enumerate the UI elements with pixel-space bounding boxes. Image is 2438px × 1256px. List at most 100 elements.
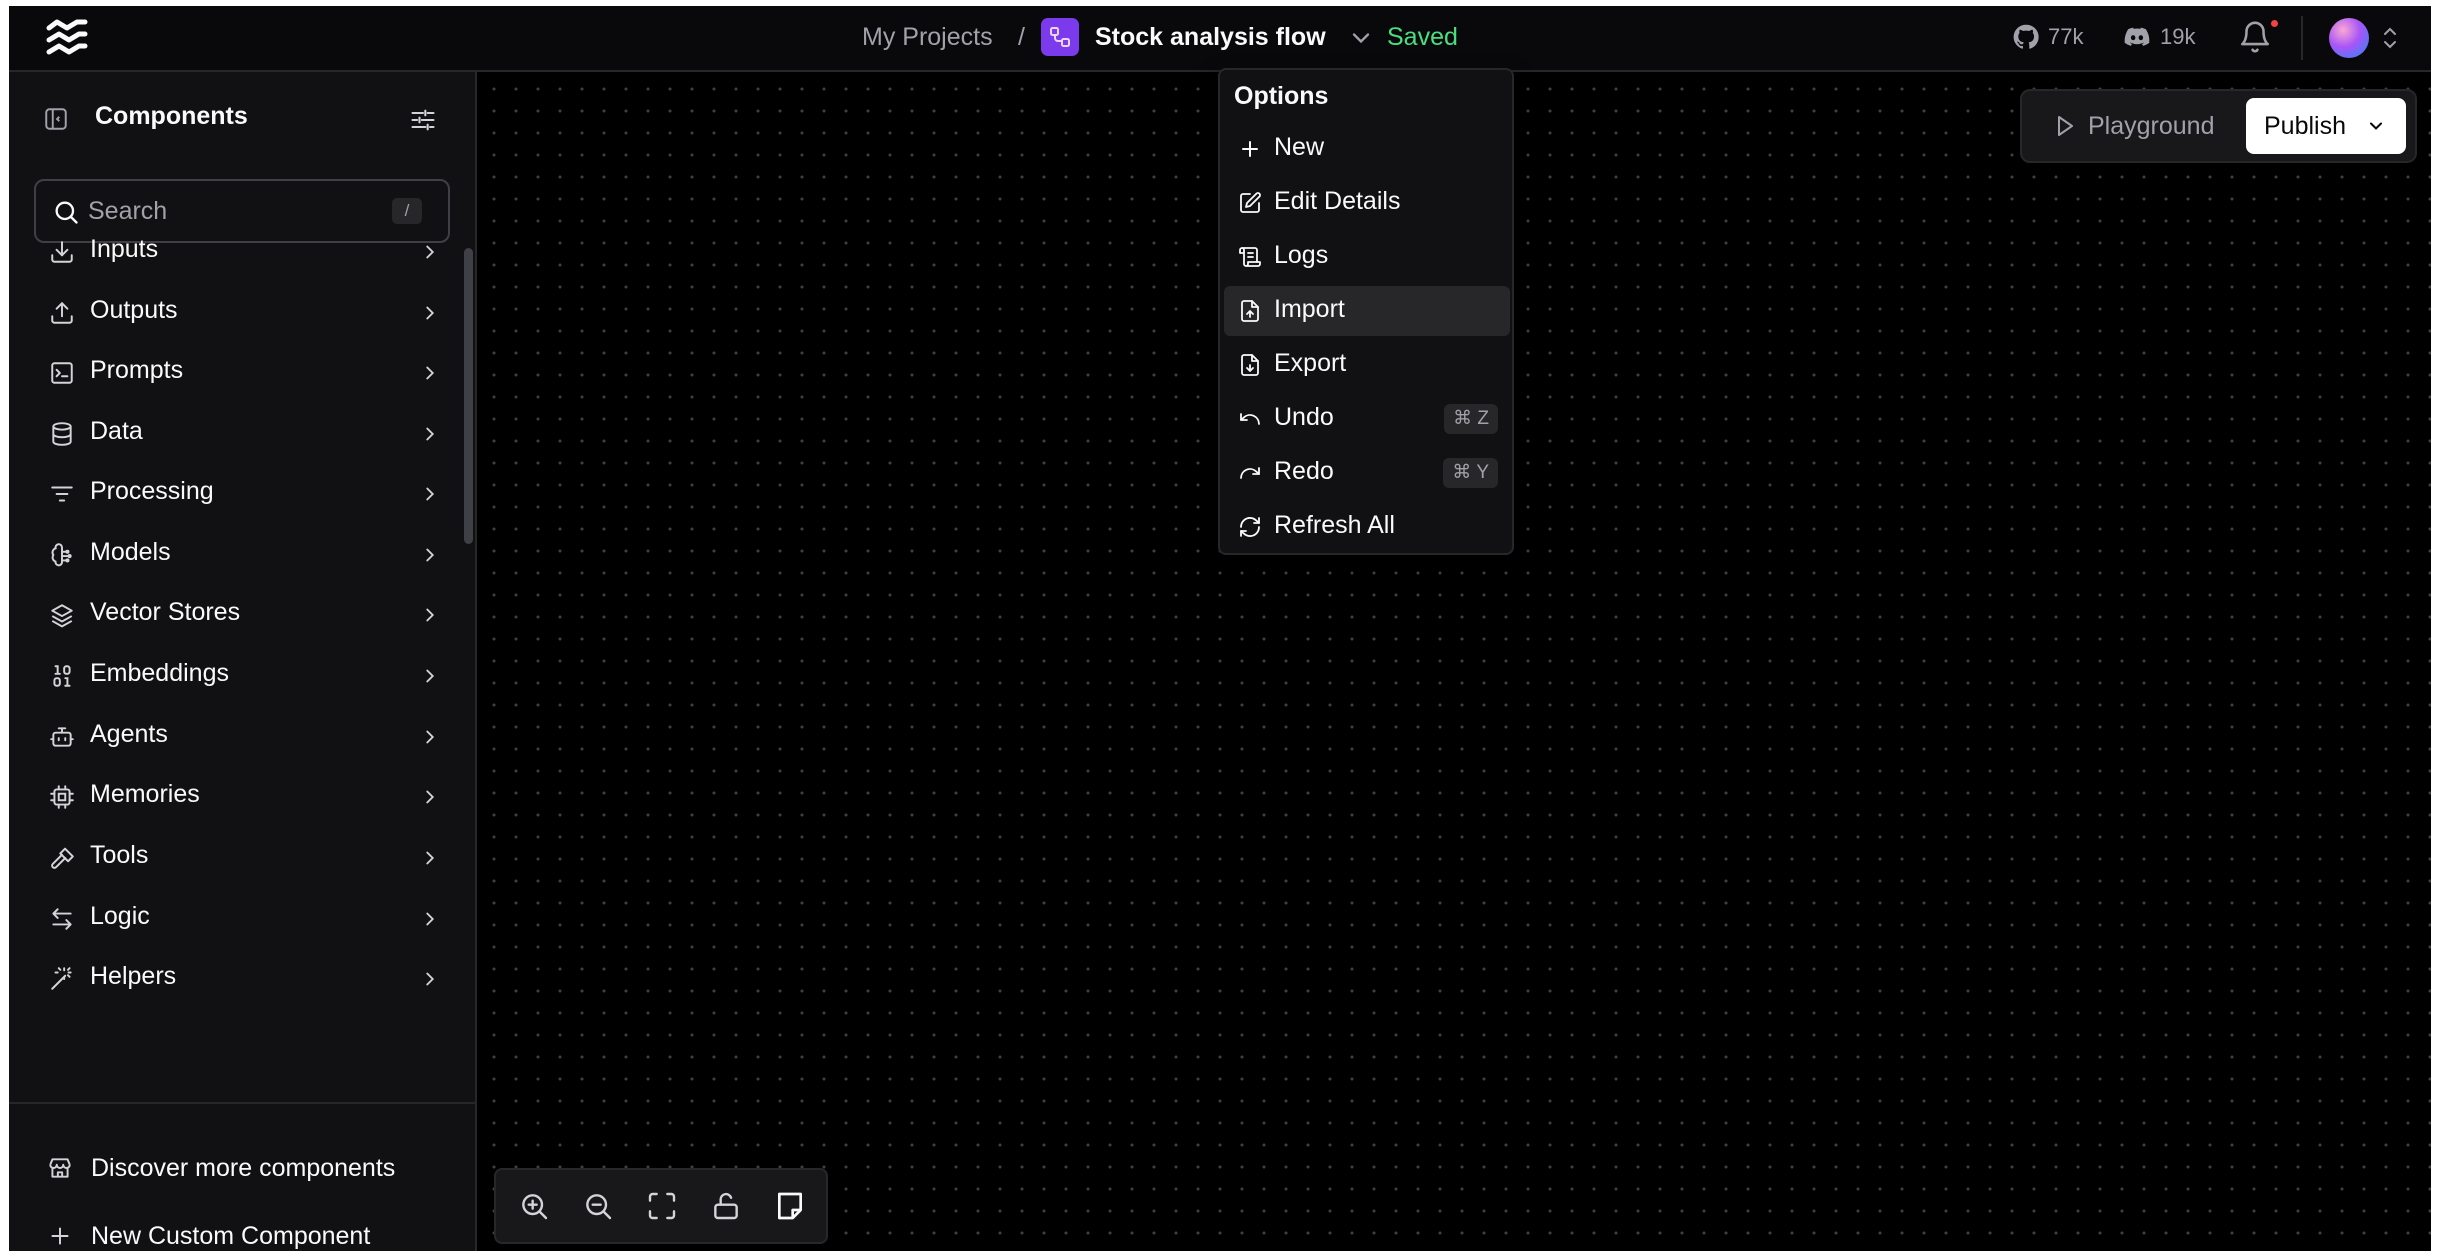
chevron-right-icon <box>426 669 435 683</box>
new-custom-component-button[interactable]: New Custom Component <box>47 1216 370 1251</box>
sidebar-item-label: Agents <box>90 720 168 748</box>
chevron-right-icon <box>426 730 435 744</box>
list-filter-icon <box>51 486 73 502</box>
chevron-right-icon <box>426 548 435 562</box>
sidebar-item-label: Memories <box>90 780 200 808</box>
discord-link[interactable]: 19k <box>2122 19 2195 55</box>
menu-item-label: Logs <box>1274 241 1329 269</box>
langflow-logo-icon[interactable] <box>45 16 89 58</box>
sidebar-item-processing[interactable]: Processing <box>19 465 455 521</box>
save-status: Saved <box>1387 23 1458 51</box>
publish-button[interactable]: Publish <box>2246 98 2406 154</box>
download-icon <box>51 241 73 263</box>
sidebar-header: Components <box>9 72 475 164</box>
menu-item-label: Refresh All <box>1274 511 1395 539</box>
sidebar-item-tools[interactable]: Tools <box>19 829 455 885</box>
sidebar-scrollbar[interactable] <box>464 248 473 544</box>
sidebar-item-label: Processing <box>90 477 214 505</box>
file-up-icon <box>1241 300 1259 322</box>
sidebar-item-helpers[interactable]: Helpers <box>19 950 455 1006</box>
scroll-text-icon <box>1239 247 1261 267</box>
chevron-down-icon[interactable] <box>1347 24 1375 52</box>
zoom-controls <box>494 1168 828 1244</box>
sidebar-item-label: Prompts <box>90 356 184 384</box>
arrow-left-right-icon <box>52 908 72 930</box>
note-icon[interactable] <box>774 1190 806 1222</box>
flow-icon <box>1041 18 1079 56</box>
plus-icon <box>51 1227 69 1245</box>
sidebar-item-data[interactable]: Data <box>19 405 455 461</box>
search-shortcut-badge: / <box>392 198 422 224</box>
sliders-icon[interactable] <box>409 106 437 134</box>
search-icon <box>55 201 78 224</box>
sidebar-item-label: Models <box>90 538 171 566</box>
components-sidebar: Components / Inputs Outputs Prompts Data <box>9 72 477 1251</box>
menu-item-logs[interactable]: Logs <box>1224 232 1510 282</box>
wand-icon <box>51 967 72 990</box>
header-divider <box>2301 16 2303 60</box>
menu-item-import[interactable]: Import <box>1224 286 1510 336</box>
options-menu: Options New Edit Details Logs Import Exp… <box>1218 68 1514 555</box>
playground-button[interactable]: Playground <box>2032 100 2222 152</box>
unlock-icon[interactable] <box>710 1190 742 1222</box>
menu-item-label: Undo <box>1274 403 1334 431</box>
notification-dot <box>2271 20 2278 27</box>
fit-view-icon[interactable] <box>646 1190 678 1222</box>
sidebar-footer: Discover more components New Custom Comp… <box>9 1102 475 1251</box>
store-icon <box>49 1158 71 1178</box>
sidebar-item-prompts[interactable]: Prompts <box>19 344 455 400</box>
canvas-actions: Playground Publish <box>2020 89 2417 163</box>
menu-item-refresh-all[interactable]: Refresh All <box>1224 502 1510 552</box>
flow-name[interactable]: Stock analysis flow <box>1095 19 1326 55</box>
menu-item-label: New <box>1274 133 1325 161</box>
chevron-right-icon <box>426 427 435 441</box>
chevron-right-icon <box>426 912 435 926</box>
menu-item-undo[interactable]: Undo ⌘ Z <box>1224 394 1510 444</box>
chevron-right-icon <box>426 487 435 501</box>
sidebar-item-label: Outputs <box>90 296 178 324</box>
file-down-icon <box>1241 354 1259 376</box>
sidebar-item-outputs[interactable]: Outputs <box>19 284 455 340</box>
edit-icon <box>1240 192 1261 213</box>
sidebar-item-models[interactable]: Models <box>19 526 455 582</box>
sidebar-item-logic[interactable]: Logic <box>19 890 455 946</box>
top-bar: My Projects / Stock analysis flow Saved … <box>9 6 2431 72</box>
avatar[interactable] <box>2329 18 2369 58</box>
sidebar-item-inputs[interactable]: Inputs <box>19 223 455 279</box>
app-window: My Projects / Stock analysis flow Saved … <box>9 6 2431 1251</box>
chevron-right-icon <box>426 366 435 380</box>
zoom-in-icon[interactable] <box>518 1190 550 1222</box>
database-icon <box>52 422 72 446</box>
bell-icon[interactable] <box>2238 20 2272 54</box>
zoom-out-icon[interactable] <box>582 1190 614 1222</box>
menu-item-redo[interactable]: Redo ⌘ Y <box>1224 448 1510 498</box>
sidebar-item-agents[interactable]: Agents <box>19 708 455 764</box>
breadcrumb-my-projects[interactable]: My Projects <box>862 19 993 55</box>
menu-item-label: Redo <box>1274 457 1334 485</box>
sidebar-item-memories[interactable]: Memories <box>19 768 455 824</box>
redo-icon <box>1240 467 1260 479</box>
binary-icon <box>53 665 71 687</box>
sidebar-item-label: Data <box>90 417 143 445</box>
sidebar-item-label: Logic <box>90 902 150 930</box>
menu-item-edit-details[interactable]: Edit Details <box>1224 178 1510 228</box>
github-stars-link[interactable]: 77k <box>2012 19 2083 55</box>
menu-item-export[interactable]: Export <box>1224 340 1510 390</box>
hammer-icon <box>51 847 74 869</box>
menu-item-label: Edit Details <box>1274 187 1401 215</box>
menu-item-new[interactable]: New <box>1224 124 1510 174</box>
terminal-square-icon <box>51 362 73 384</box>
chevron-right-icon <box>426 245 435 259</box>
sidebar-toggle-icon[interactable] <box>43 106 69 132</box>
discover-components-link[interactable]: Discover more components <box>47 1148 395 1188</box>
sidebar-item-vector-stores[interactable]: Vector Stores <box>19 586 455 642</box>
chevron-right-icon <box>426 851 435 865</box>
chevron-up-down-icon[interactable] <box>2379 24 2401 52</box>
options-menu-title: Options <box>1234 82 1329 110</box>
sidebar-item-label: Tools <box>90 841 149 869</box>
discover-label: Discover more components <box>91 1153 396 1182</box>
upload-icon <box>51 302 73 324</box>
sidebar-item-embeddings[interactable]: Embeddings <box>19 647 455 703</box>
menu-item-label: Export <box>1274 349 1347 377</box>
chevron-right-icon <box>426 306 435 320</box>
